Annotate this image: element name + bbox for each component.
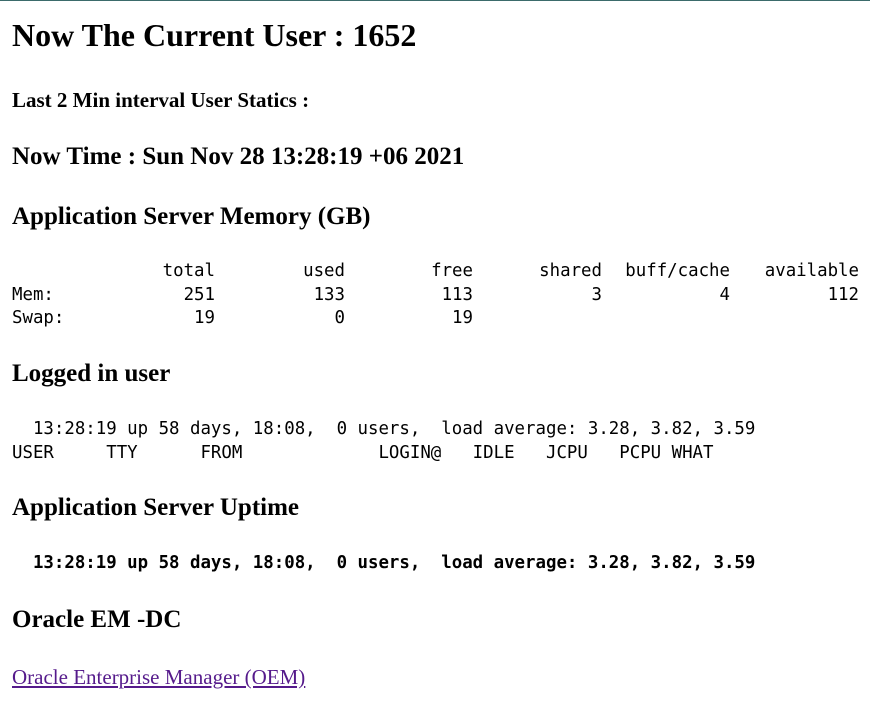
column-header-shared: shared: [539, 261, 602, 281]
swap-used-value: 0: [334, 308, 345, 328]
logged-in-output: 13:28:19 up 58 days, 18:08, 0 users, loa…: [12, 418, 755, 465]
uptime-status-line: 13:28:19 up 58 days, 18:08, 0 users, loa…: [12, 553, 756, 573]
column-header-buff-cache: buff/cache: [625, 261, 730, 281]
logged-in-status-line: 13:28:19 up 58 days, 18:08, 0 users, loa…: [12, 419, 756, 439]
uptime-output: 13:28:19 up 58 days, 18:08, 0 users, loa…: [12, 552, 755, 576]
oem-link[interactable]: Oracle Enterprise Manager (OEM): [12, 663, 305, 691]
mem-available-value: 112: [827, 284, 859, 305]
mem-total-value: 251: [183, 284, 215, 305]
column-header-total: total: [162, 261, 215, 281]
now-time-heading: Now Time : Sun Nov 28 13:28:19 +06 2021: [12, 143, 465, 170]
uptime-heading: Application Server Uptime: [12, 494, 300, 521]
swap-total-value: 19: [194, 308, 215, 328]
mem-free-value: 113: [441, 284, 473, 305]
mem-shared-value: 3: [591, 284, 602, 305]
swap-free-value: 19: [452, 308, 473, 328]
memory-heading: Application Server Memory (GB): [12, 203, 371, 230]
row-label-mem: Mem:: [12, 284, 54, 305]
interval-stats-heading: Last 2 Min interval User Statics :: [12, 88, 310, 112]
mem-buff-cache-value: 4: [719, 284, 730, 305]
logged-in-header-line: USER TTY FROM LOGIN@ IDLE JCPU PCPU WHAT: [12, 442, 714, 463]
column-header-available: available: [764, 261, 859, 281]
current-user-heading: Now The Current User : 1652: [12, 17, 417, 53]
mem-used-value: 133: [313, 284, 345, 305]
column-header-free: free: [431, 261, 473, 281]
oracle-heading: Oracle EM -DC: [12, 606, 182, 633]
column-header-used: used: [303, 261, 345, 281]
row-label-swap: Swap:: [12, 308, 65, 328]
logged-in-heading: Logged in user: [12, 360, 171, 387]
